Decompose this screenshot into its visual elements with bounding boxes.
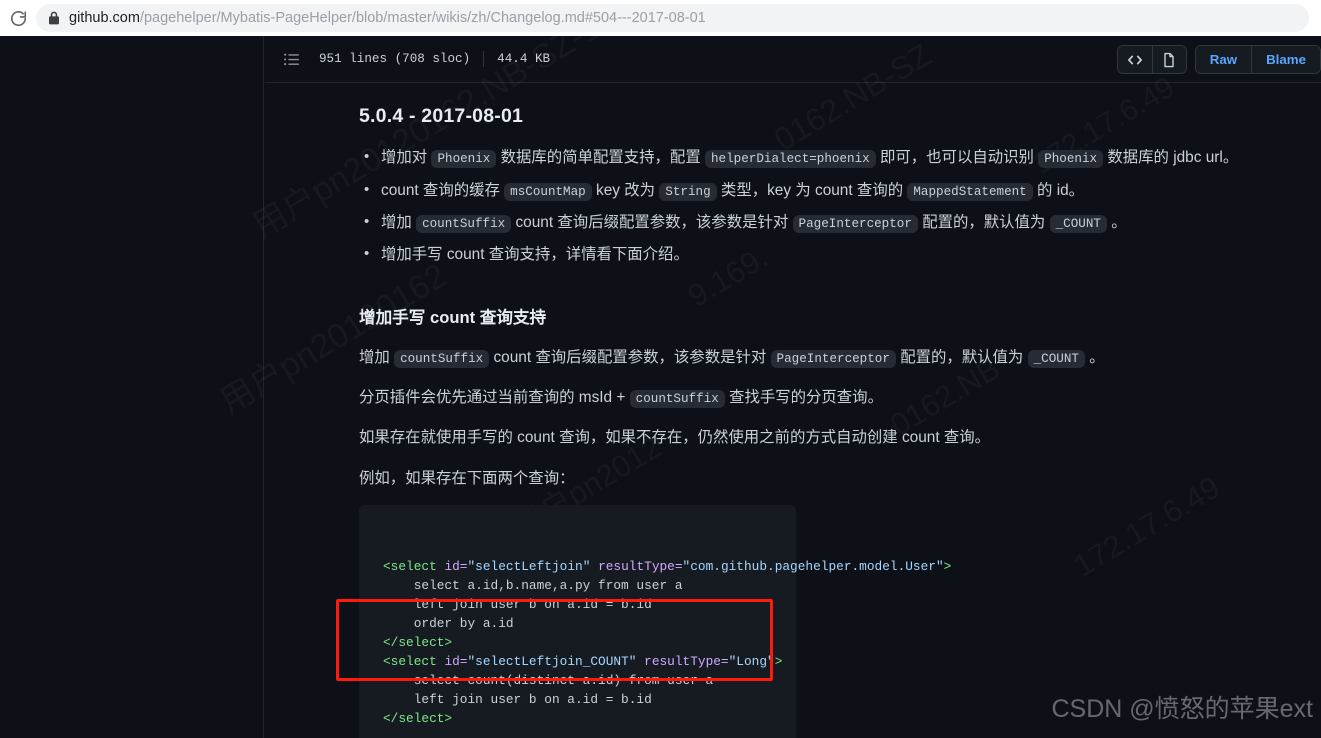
code-token: <select [383,654,437,670]
changelog-bullet-list: 增加对 Phoenix 数据库的简单配置支持，配置 helperDialect=… [359,144,1321,269]
code-line: select a.id,b.name,a.py from user a [383,576,780,595]
blame-button[interactable]: Blame [1251,46,1320,73]
list-item: count 查询的缓存 msCountMap key 改为 String 类型，… [359,177,1321,204]
code-token: <select [383,559,437,575]
inline-code: _COUNT [1027,349,1085,368]
content-pane: 951 lines (708 sloc) 44.4 KB Raw Blame 用… [213,36,1321,738]
code-token: "Long" [728,654,775,670]
browser-chrome: github.com/pagehelper/Mybatis-PageHelper… [0,0,1321,36]
inline-code: Phoenix [431,150,497,169]
lock-icon [48,11,60,25]
url-text: github.com/pagehelper/Mybatis-PageHelper… [69,10,706,26]
view-toggle-group [1116,45,1187,74]
code-token: order by a.id [383,616,514,632]
reload-icon[interactable] [0,0,36,36]
page-body: 951 lines (708 sloc) 44.4 KB Raw Blame 用… [0,36,1321,738]
code-token: left join user b on a.id = b.id [383,597,652,613]
code-token: "selectLeftjoin_COUNT" [467,654,637,670]
code-line: </select> [383,709,780,728]
file-size: 44.4 KB [497,52,551,66]
file-toolbar: 951 lines (708 sloc) 44.4 KB Raw Blame [265,36,1321,83]
code-line: select count(distinct a.id) from user a [383,671,780,690]
paragraph: 如果存在就使用手写的 count 查询，如果不存在，仍然使用之前的方式自动创建 … [359,429,991,447]
file-meta: 951 lines (708 sloc) 44.4 KB [319,51,550,67]
code-token: resultType= [644,654,729,670]
file-document-icon[interactable] [1151,46,1186,73]
code-brackets-icon[interactable] [1117,46,1152,73]
list-item: 增加对 Phoenix 数据库的简单配置支持，配置 helperDialect=… [359,144,1321,171]
inline-code: Phoenix [1038,150,1104,169]
inline-code: countSuffix [416,215,512,234]
code-line: left join user b on a.id = b.id [383,690,780,709]
code-line: </select> [383,633,780,652]
code-token: </select> [383,635,453,651]
toolbar-actions: Raw Blame [1109,36,1321,83]
list-unordered-icon[interactable] [283,51,300,68]
paragraph: 分页插件会优先通过当前查询的 msId + countSuffix 查找手写的分… [359,389,883,409]
code-line: left join user b on a.id = b.id [383,595,780,614]
paragraph: 例如，如果存在下面两个查询： [359,469,575,487]
code-line: order by a.id [383,614,780,633]
inline-code: msCountMap [504,182,592,201]
code-token: "com.github.pagehelper.model.User" [682,559,944,575]
inline-code: countSuffix [629,390,725,409]
list-item: 增加手写 count 查询支持，详情看下面介绍。 [359,241,1321,268]
paragraph: 增加 countSuffix count 查询后缀配置参数，该参数是针对 Pag… [359,348,1105,368]
code-token: select a.id,b.name,a.py from user a [383,578,683,594]
raw-blame-group: Raw Blame [1194,45,1321,74]
code-token: </select> [383,711,453,727]
address-bar[interactable]: github.com/pagehelper/Mybatis-PageHelper… [36,4,1309,32]
list-item: 增加 countSuffix count 查询后缀配置参数，该参数是针对 Pag… [359,209,1321,236]
markdown-article: 用户pn20120162.NB-SZ-168 0162.NB-SZ 172.17… [213,36,1321,738]
inline-code: PageInterceptor [770,349,896,368]
file-line-count: 951 lines (708 sloc) [319,52,471,66]
inline-code: PageInterceptor [792,215,918,234]
code-token: resultType= [598,559,683,575]
code-line: <select id="selectLeftjoin" resultType="… [383,557,951,576]
inline-code: helperDialect=phoenix [705,150,876,169]
code-lines: <select id="selectLeftjoin" resultType="… [383,557,951,728]
code-line: <select id="selectLeftjoin_COUNT" result… [383,652,783,671]
meta-divider [483,51,485,67]
code-token: select count(distinct a.id) from user a [383,673,714,689]
code-token: > [774,654,783,670]
inline-code: _COUNT [1049,215,1107,234]
code-token: "selectLeftjoin" [467,559,591,575]
code-block: <select id="selectLeftjoin" resultType="… [336,505,951,738]
raw-button[interactable]: Raw [1195,46,1252,73]
code-token: id= [444,654,468,670]
code-token: id= [444,559,468,575]
paragraphs-before-code: 增加 countSuffix count 查询后缀配置参数，该参数是针对 Pag… [359,344,1321,493]
inline-code: countSuffix [394,349,490,368]
page-title: 5.0.4 - 2017-08-01 [359,105,524,127]
left-gutter-panel [0,36,264,738]
code-token: > [943,559,952,575]
section-heading: 增加手写 count 查询支持 [359,307,547,327]
inline-code: MappedStatement [907,182,1033,201]
code-token: left join user b on a.id = b.id [383,692,652,708]
inline-code: String [659,182,717,201]
